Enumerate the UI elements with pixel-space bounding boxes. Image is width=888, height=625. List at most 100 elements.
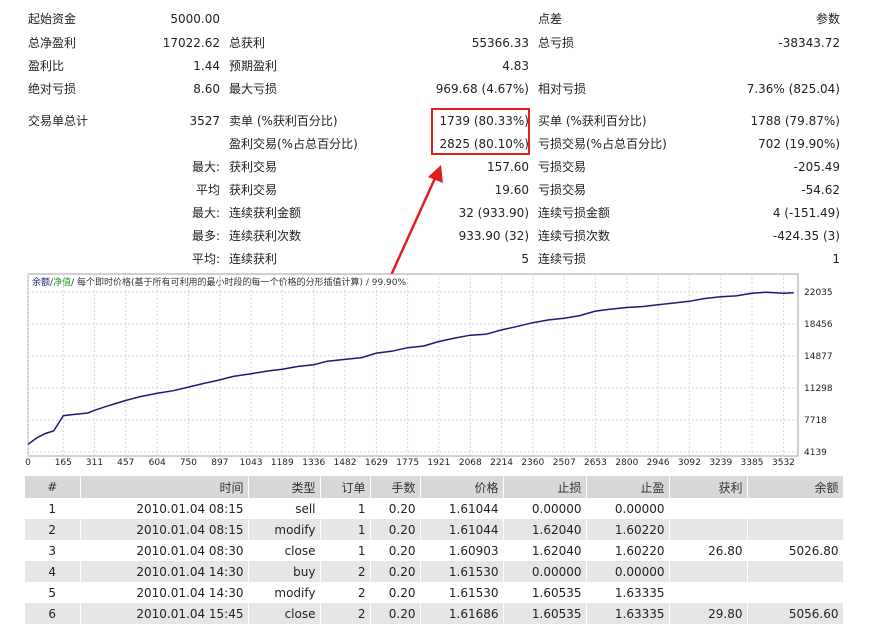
most-prefix: 最多: — [191, 229, 220, 243]
table-row[interactable]: 5 2010.01.04 14:30 modify 2 0.20 1.61530 1.605… — [25, 582, 844, 603]
spread-label: 点差 — [538, 12, 563, 26]
col-profit-cell — [669, 498, 748, 519]
col-sl-cell: 1.62040 — [503, 540, 587, 561]
legend-rest: / 每个即时价格(基于所有可利用的最小时段的每一个价格的分形插值计算) / 99… — [71, 276, 406, 288]
initial-deposit-value: 5000.00 — [170, 12, 220, 26]
max-consec-wins-label: 连续获利金额 — [229, 206, 302, 220]
col-num-cell: 3 — [25, 540, 81, 561]
col-time-cell: 2010.01.04 08:15 — [80, 498, 249, 519]
col-price-cell: 1.61530 — [420, 561, 504, 582]
col-balance-cell: 5056.60 — [747, 603, 844, 624]
report-summary: 起始资金 5000.00 点差 参数 总净盈利 17022.62 总获利 553… — [0, 0, 888, 270]
x-tick-label: 2360 — [521, 458, 544, 468]
col-profit-cell — [669, 582, 748, 603]
gross-profit-value: 55366.33 — [471, 36, 529, 50]
abs-drawdown-value: 8.60 — [193, 82, 220, 96]
avg-consec-losses-label: 连续亏损 — [538, 252, 587, 266]
expected-payoff-label: 预期盈利 — [229, 59, 278, 73]
col-profit-header[interactable]: 获利 — [669, 476, 748, 498]
long-positions-label: 买单 (%获利百分比) — [538, 114, 647, 128]
loss-trades-value: 702 (19.90%) — [758, 137, 840, 151]
average-prefix: 平均 — [195, 183, 220, 197]
col-time-cell: 2010.01.04 15:45 — [80, 603, 249, 624]
col-balance-header[interactable]: 余额 — [747, 476, 844, 498]
col-balance-cell — [747, 561, 844, 582]
col-type-cell: buy — [248, 561, 321, 582]
total-trades-label: 交易单总计 — [28, 114, 89, 128]
col-time-cell: 2010.01.04 08:15 — [80, 519, 249, 540]
max-consec-loss-value: -424.35 (3) — [772, 229, 840, 243]
col-sl-cell: 0.00000 — [503, 498, 587, 519]
col-lots-cell: 0.20 — [370, 561, 421, 582]
col-sl-cell: 1.60535 — [503, 603, 587, 624]
col-order-cell: 2 — [320, 561, 371, 582]
col-time-cell: 2010.01.04 14:30 — [80, 561, 249, 582]
col-num-cell: 5 — [25, 582, 81, 603]
max-consec-profit-value: 933.90 (32) — [458, 229, 529, 243]
avg-consec-wins-label: 连续获利 — [229, 252, 278, 266]
profit-trades-label: 盈利交易(%占总百分比) — [229, 137, 358, 151]
col-sl-header[interactable]: 止损 — [503, 476, 587, 498]
col-num-cell: 4 — [25, 561, 81, 582]
col-type-cell: modify — [248, 519, 321, 540]
col-price-cell: 1.61530 — [420, 582, 504, 603]
largest-profit-value: 157.60 — [487, 160, 529, 174]
balance-chart-svg: 余额/净值/ 每个即时价格(基于所有可利用的最小时段的每一个价格的分形插值计算)… — [25, 273, 833, 468]
col-order-cell: 2 — [320, 603, 371, 624]
col-type-header[interactable]: 类型 — [248, 476, 321, 498]
col-tp-header[interactable]: 止盈 — [586, 476, 670, 498]
x-tick-label: 1921 — [427, 458, 450, 468]
x-tick-label: 2507 — [553, 458, 576, 468]
y-tick-label: 7718 — [804, 416, 827, 426]
table-row[interactable]: 2 2010.01.04 08:15 modify 1 0.20 1.61044 1.620… — [25, 519, 844, 540]
x-tick-label: 2653 — [584, 458, 607, 468]
col-profit-cell — [669, 561, 748, 582]
col-tp-cell: 0.00000 — [586, 498, 670, 519]
x-tick-label: 2214 — [490, 458, 513, 468]
largest-loss-label: 亏损交易 — [538, 160, 587, 174]
max-consec-losses-label: 连续亏损金额 — [538, 206, 611, 220]
x-tick-label: 1336 — [302, 458, 325, 468]
col-time-cell: 2010.01.04 08:30 — [80, 540, 249, 561]
col-order-header[interactable]: 订单 — [320, 476, 371, 498]
col-lots-cell: 0.20 — [370, 582, 421, 603]
x-tick-label: 604 — [149, 458, 166, 468]
col-time-cell: 2010.01.04 14:30 — [80, 582, 249, 603]
x-tick-label: 1189 — [271, 458, 294, 468]
x-tick-label: 750 — [180, 458, 197, 468]
x-tick-label: 457 — [117, 458, 134, 468]
col-num-cell: 6 — [25, 603, 81, 624]
gross-loss-value: -38343.72 — [778, 36, 840, 50]
long-positions-value: 1788 (79.87%) — [750, 114, 840, 128]
col-sl-cell: 1.62040 — [503, 519, 587, 540]
col-time-header[interactable]: 时间 — [80, 476, 249, 498]
x-tick-label: 165 — [55, 458, 72, 468]
initial-deposit-label: 起始资金 — [28, 12, 77, 26]
col-price-cell: 1.61044 — [420, 498, 504, 519]
col-price-header[interactable]: 价格 — [420, 476, 504, 498]
table-row[interactable]: 1 2010.01.04 08:15 sell 1 0.20 1.61044 0.00000… — [25, 498, 844, 519]
chart-legend: 余额/净值/ 每个即时价格(基于所有可利用的最小时段的每一个价格的分形插值计算)… — [32, 276, 407, 288]
col-profit-cell: 26.80 — [669, 540, 748, 561]
col-type-cell: close — [248, 603, 321, 624]
x-tick-label: 3532 — [772, 458, 795, 468]
col-lots-header[interactable]: 手数 — [370, 476, 421, 498]
largest-loss-value: -205.49 — [793, 160, 840, 174]
rel-drawdown-value: 7.36% (825.04) — [746, 82, 840, 96]
abs-drawdown-label: 绝对亏损 — [28, 82, 77, 96]
orders-table: # 时间 类型 订单 手数 价格 止损 止盈 获利 余额 1 2010.01.04 08:15 sel… — [25, 476, 844, 624]
avg-consec-prefix: 平均: — [191, 252, 220, 266]
col-num-header[interactable]: # — [25, 476, 81, 498]
x-tick-label: 2068 — [459, 458, 482, 468]
col-balance-cell — [747, 582, 844, 603]
col-profit-cell — [669, 519, 748, 540]
x-tick-label: 3239 — [709, 458, 732, 468]
highlight-box — [431, 108, 530, 155]
table-row[interactable]: 4 2010.01.04 14:30 buy 2 0.20 1.61530 0.00000 0… — [25, 561, 844, 582]
col-tp-cell: 1.60220 — [586, 519, 670, 540]
table-row[interactable]: 3 2010.01.04 08:30 close 1 0.20 1.60903 1.6204… — [25, 540, 844, 561]
table-row[interactable]: 6 2010.01.04 15:45 close 2 0.20 1.61686 1.6053… — [25, 603, 844, 624]
col-price-cell: 1.61044 — [420, 519, 504, 540]
balance-chart: 余额/净值/ 每个即时价格(基于所有可利用的最小时段的每一个价格的分形插值计算)… — [0, 270, 888, 470]
rel-drawdown-label: 相对亏损 — [538, 82, 587, 96]
